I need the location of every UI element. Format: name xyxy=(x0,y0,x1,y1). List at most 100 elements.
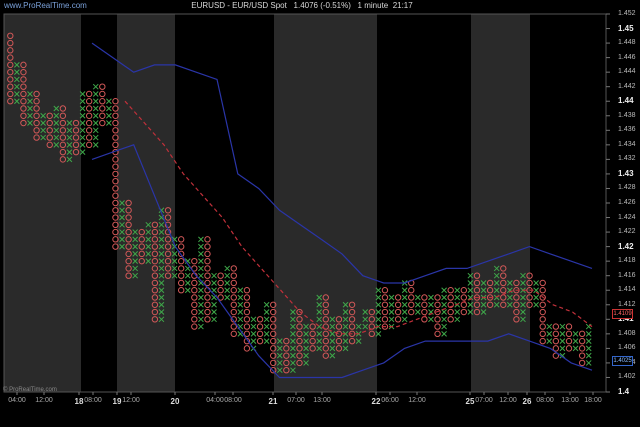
pnf-x-box xyxy=(106,120,112,126)
pnf-x-box xyxy=(559,338,566,344)
pnf-o-box xyxy=(204,294,211,301)
pnf-o-box xyxy=(447,308,454,316)
pnf-o-box xyxy=(204,308,211,316)
x-time-label: 18:00 xyxy=(584,397,602,404)
pnf-x-box xyxy=(263,301,270,308)
y-tick-label: 1.444 xyxy=(618,68,636,76)
pnf-x-box xyxy=(263,323,270,330)
pnf-x-box xyxy=(572,338,579,344)
x-time-label: 07:00 xyxy=(475,397,493,404)
pnf-x-box xyxy=(428,301,434,308)
pnf-o-box xyxy=(177,257,185,265)
pnf-o-box xyxy=(191,279,198,287)
pnf-o-box xyxy=(447,294,454,301)
pnf-o-box xyxy=(565,330,573,338)
pnf-o-box xyxy=(578,352,586,359)
pnf-o-box xyxy=(434,323,441,330)
pnf-o-box xyxy=(217,287,224,294)
pnf-o-box xyxy=(177,236,185,243)
pnf-o-box xyxy=(230,301,237,308)
pnf-x-box xyxy=(198,236,204,243)
pnf-o-box xyxy=(85,134,93,141)
pnf-x-box xyxy=(198,251,204,257)
pnf-o-box xyxy=(408,308,415,316)
y-tick-label: 1.4 xyxy=(618,387,630,396)
pnf-x-box xyxy=(224,280,231,286)
x-time-label: 04:00 xyxy=(206,397,224,404)
pnf-x-box xyxy=(572,330,579,337)
pnf-x-box xyxy=(198,301,204,308)
y-tick-label: 1.436 xyxy=(618,126,636,134)
pnf-x-box xyxy=(454,294,461,301)
pnf-o-box xyxy=(204,243,211,250)
x-day-label: 22 xyxy=(371,397,381,406)
pnf-x-box xyxy=(92,91,99,97)
pnf-o-box xyxy=(204,236,211,243)
pnf-o-box xyxy=(230,287,237,294)
pnf-x-box xyxy=(92,127,99,134)
pnf-x-box xyxy=(388,294,395,301)
pnf-o-box xyxy=(565,337,573,345)
pnf-o-box xyxy=(191,294,198,301)
y-tick-label: 1.452 xyxy=(618,10,636,17)
pnf-x-box xyxy=(92,120,99,126)
pnf-x-box xyxy=(198,243,204,250)
pnf-o-box xyxy=(539,323,546,330)
pnf-o-box xyxy=(578,345,586,352)
pnf-x-box xyxy=(441,316,447,323)
pnf-o-box xyxy=(539,330,546,338)
pnf-x-box xyxy=(211,272,217,279)
x-time-label: 12:00 xyxy=(408,397,426,404)
pnf-o-box xyxy=(539,337,546,345)
x-time-label: 12:00 xyxy=(35,397,53,404)
pnf-x-box xyxy=(428,294,434,301)
y-tick-label: 1.438 xyxy=(618,111,636,119)
pnf-x-box xyxy=(388,316,395,323)
pnf-x-box xyxy=(263,330,270,337)
pnf-x-box xyxy=(198,265,204,272)
y-tick-label: 1.446 xyxy=(618,53,636,61)
y-tick-label: 1.406 xyxy=(618,344,636,352)
pnf-o-box xyxy=(408,287,415,294)
pnf-o-box xyxy=(447,316,454,323)
y-tick-label: 1.422 xyxy=(618,228,636,236)
pnf-x-box xyxy=(250,323,257,330)
pnf-chart[interactable] xyxy=(0,0,640,427)
pnf-x-box xyxy=(237,301,244,308)
pnf-o-box xyxy=(243,294,251,301)
y-tick-label: 1.424 xyxy=(618,213,636,221)
pnf-x-box xyxy=(441,330,447,337)
pnf-o-box xyxy=(408,301,415,308)
pnf-o-box xyxy=(99,98,106,105)
pnf-o-box xyxy=(191,308,198,316)
pnf-o-box xyxy=(243,301,251,308)
pnf-x-box xyxy=(198,316,204,323)
y-tick-label: 1.428 xyxy=(618,184,636,192)
pnf-o-box xyxy=(381,316,389,323)
pnf-x-box xyxy=(92,134,99,141)
y-tick-label: 1.45 xyxy=(618,23,634,33)
pnf-x-box xyxy=(454,316,461,323)
pnf-x-box xyxy=(224,287,231,294)
pnf-x-box xyxy=(224,272,231,279)
pnf-o-box xyxy=(565,323,573,330)
pnf-x-box xyxy=(92,105,99,112)
pnf-x-box xyxy=(211,316,217,323)
pnf-o-box xyxy=(85,90,93,98)
current-price-flag-red: 1.4109 xyxy=(612,309,633,319)
pnf-x-box xyxy=(184,287,191,294)
pnf-o-box xyxy=(421,294,428,301)
y-tick-label: 1.442 xyxy=(618,82,636,90)
pnf-o-box xyxy=(421,308,428,316)
pnf-o-box xyxy=(217,279,224,287)
pnf-x-box xyxy=(237,309,244,315)
pnf-x-box xyxy=(198,309,204,315)
pnf-o-box xyxy=(243,316,251,323)
chart-area[interactable]: www.ProRealTime.com EURUSD - EUR/USD Spo… xyxy=(0,0,640,427)
pnf-o-box xyxy=(85,98,93,105)
pnf-o-box xyxy=(552,337,560,345)
pnf-o-box xyxy=(256,330,264,338)
y-tick-label: 1.418 xyxy=(618,257,636,265)
copyright-footer: © ProRealTime.com xyxy=(3,387,57,393)
pnf-x-box xyxy=(585,338,592,344)
